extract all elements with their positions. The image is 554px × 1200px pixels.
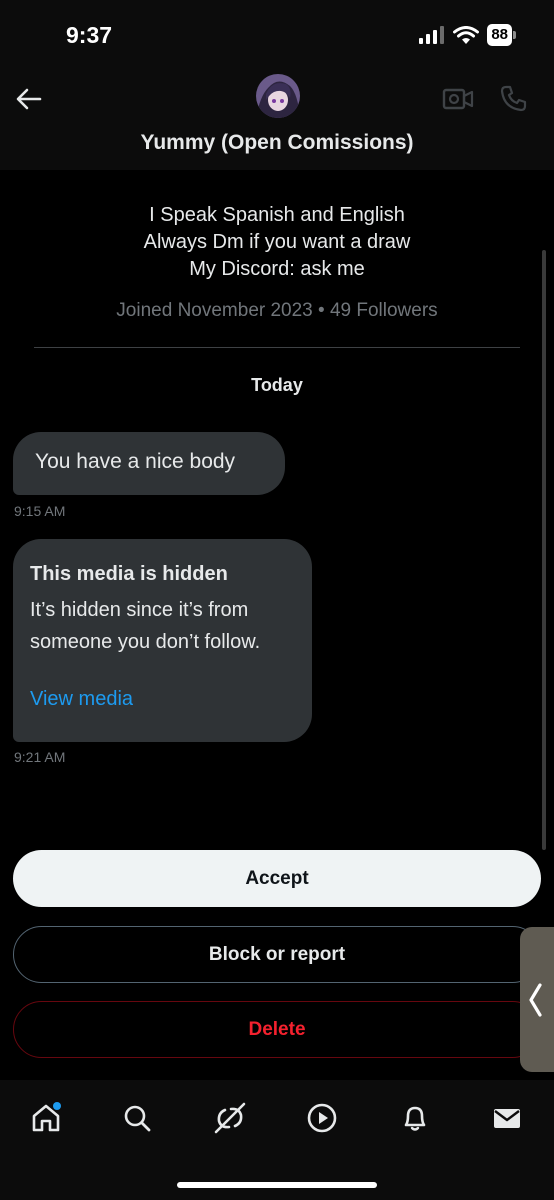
back-arrow-icon — [16, 88, 42, 110]
bio-line: My Discord: ask me — [189, 258, 365, 280]
play-icon — [307, 1103, 337, 1133]
avatar[interactable] — [256, 74, 300, 118]
date-separator: Today — [251, 375, 303, 395]
nav-grok[interactable] — [212, 1100, 248, 1136]
nav-search[interactable] — [119, 1100, 155, 1136]
grok-icon — [214, 1102, 246, 1134]
profile-joined: Joined November 2023 • 49 Followers — [116, 300, 438, 321]
side-drawer-handle[interactable] — [520, 927, 554, 1072]
message-text: You have a nice body — [35, 450, 236, 473]
block-report-button[interactable]: Block or report — [13, 926, 541, 983]
battery-level: 88 — [487, 24, 512, 46]
nav-video[interactable] — [304, 1100, 340, 1136]
conversation-title[interactable]: Yummy (Open Comissions) — [0, 131, 554, 155]
accept-button[interactable]: Accept — [13, 850, 541, 907]
status-time: 9:37 — [66, 22, 113, 48]
status-icons: 88 — [419, 24, 516, 46]
nav-home[interactable] — [28, 1100, 64, 1136]
phone-call-button[interactable] — [500, 84, 528, 117]
message-bubble[interactable]: You have a nice body — [13, 432, 285, 495]
battery-indicator: 88 — [487, 24, 516, 46]
bell-icon — [404, 1106, 426, 1131]
search-icon — [124, 1105, 151, 1132]
hidden-media-description: It’s hidden since it’s from someone you … — [30, 599, 261, 653]
notification-dot — [53, 1102, 61, 1110]
message-timestamp: 9:21 AM — [14, 749, 66, 765]
conversation-header: Yummy (Open Comissions) — [0, 70, 554, 170]
home-indicator — [177, 1182, 377, 1188]
profile-bio: I Speak Spanish and English Always Dm if… — [0, 202, 554, 283]
mail-icon — [494, 1109, 520, 1128]
bio-line: Always Dm if you want a draw — [143, 231, 411, 253]
video-icon — [442, 88, 474, 110]
delete-button[interactable]: Delete — [13, 1001, 541, 1058]
back-button[interactable] — [14, 84, 44, 114]
nav-notifications[interactable] — [397, 1100, 433, 1136]
bio-line: I Speak Spanish and English — [149, 204, 405, 226]
wifi-icon — [453, 25, 480, 44]
status-bar: 9:37 88 — [0, 0, 554, 70]
phone-icon — [500, 85, 527, 112]
scrollbar[interactable] — [542, 250, 546, 850]
chevron-left-icon — [529, 982, 542, 1017]
signal-icon — [419, 26, 445, 44]
nav-messages[interactable] — [489, 1100, 525, 1136]
video-call-button[interactable] — [442, 86, 474, 117]
hidden-media-title: This media is hidden — [30, 563, 228, 585]
view-media-link[interactable]: View media — [30, 688, 295, 711]
message-timestamp: 9:15 AM — [14, 503, 66, 519]
hidden-media-bubble: This media is hidden It’s hidden since i… — [13, 539, 312, 742]
divider — [34, 347, 520, 348]
